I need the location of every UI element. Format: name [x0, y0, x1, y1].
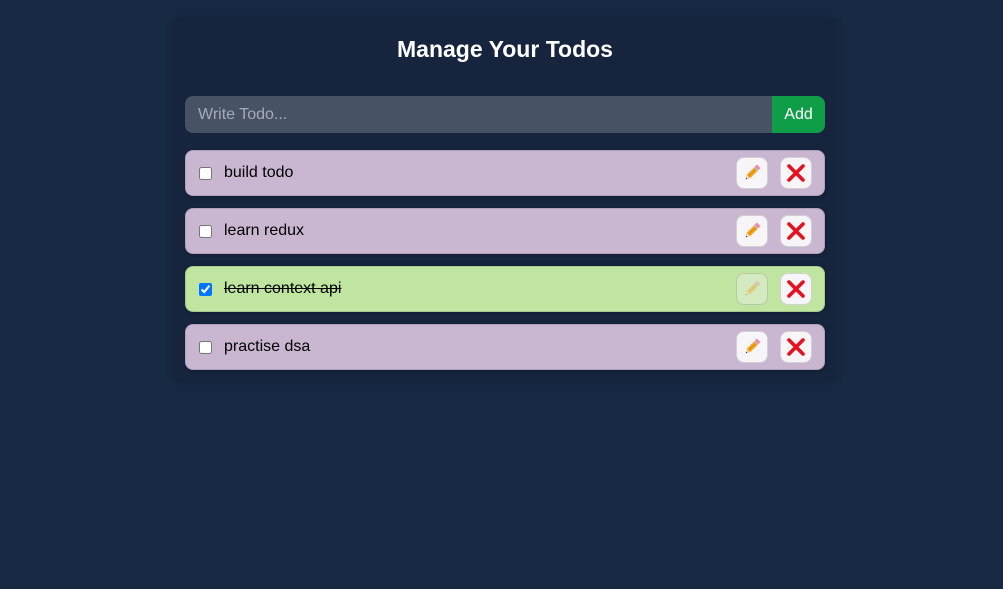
todo-item: learn context api [185, 266, 825, 312]
cross-icon [787, 338, 805, 356]
todo-input[interactable] [185, 96, 772, 133]
todo-app-card: Manage Your Todos Add build todo [172, 18, 838, 382]
page-title: Manage Your Todos [397, 36, 613, 62]
pencil-icon [745, 280, 761, 296]
todo-text: practise dsa [224, 338, 311, 355]
add-button[interactable]: Add [772, 96, 825, 133]
delete-button[interactable] [780, 215, 812, 247]
todo-form: Add [185, 96, 825, 133]
todo-item: build todo [185, 150, 825, 196]
todo-checkbox[interactable] [199, 224, 212, 238]
delete-button[interactable] [780, 273, 812, 305]
delete-button[interactable] [780, 331, 812, 363]
cross-icon [787, 164, 805, 182]
cross-icon [787, 222, 805, 240]
pencil-icon [745, 338, 761, 354]
todo-item: practise dsa [185, 324, 825, 370]
edit-button[interactable] [736, 215, 768, 247]
edit-button[interactable] [736, 331, 768, 363]
todo-checkbox[interactable] [199, 166, 212, 180]
todo-text: learn redux [224, 222, 305, 239]
todo-text: build todo [224, 164, 294, 181]
pencil-icon [745, 222, 761, 238]
edit-button[interactable] [736, 157, 768, 189]
edit-button[interactable] [736, 273, 768, 305]
delete-button[interactable] [780, 157, 812, 189]
todo-item: learn redux [185, 208, 825, 254]
todo-list: build todo learn redux learn context api… [185, 150, 825, 382]
todo-checkbox[interactable] [199, 282, 212, 296]
todo-checkbox[interactable] [199, 340, 212, 354]
pencil-icon [745, 164, 761, 180]
cross-icon [787, 280, 805, 298]
todo-text: learn context api [224, 280, 342, 297]
